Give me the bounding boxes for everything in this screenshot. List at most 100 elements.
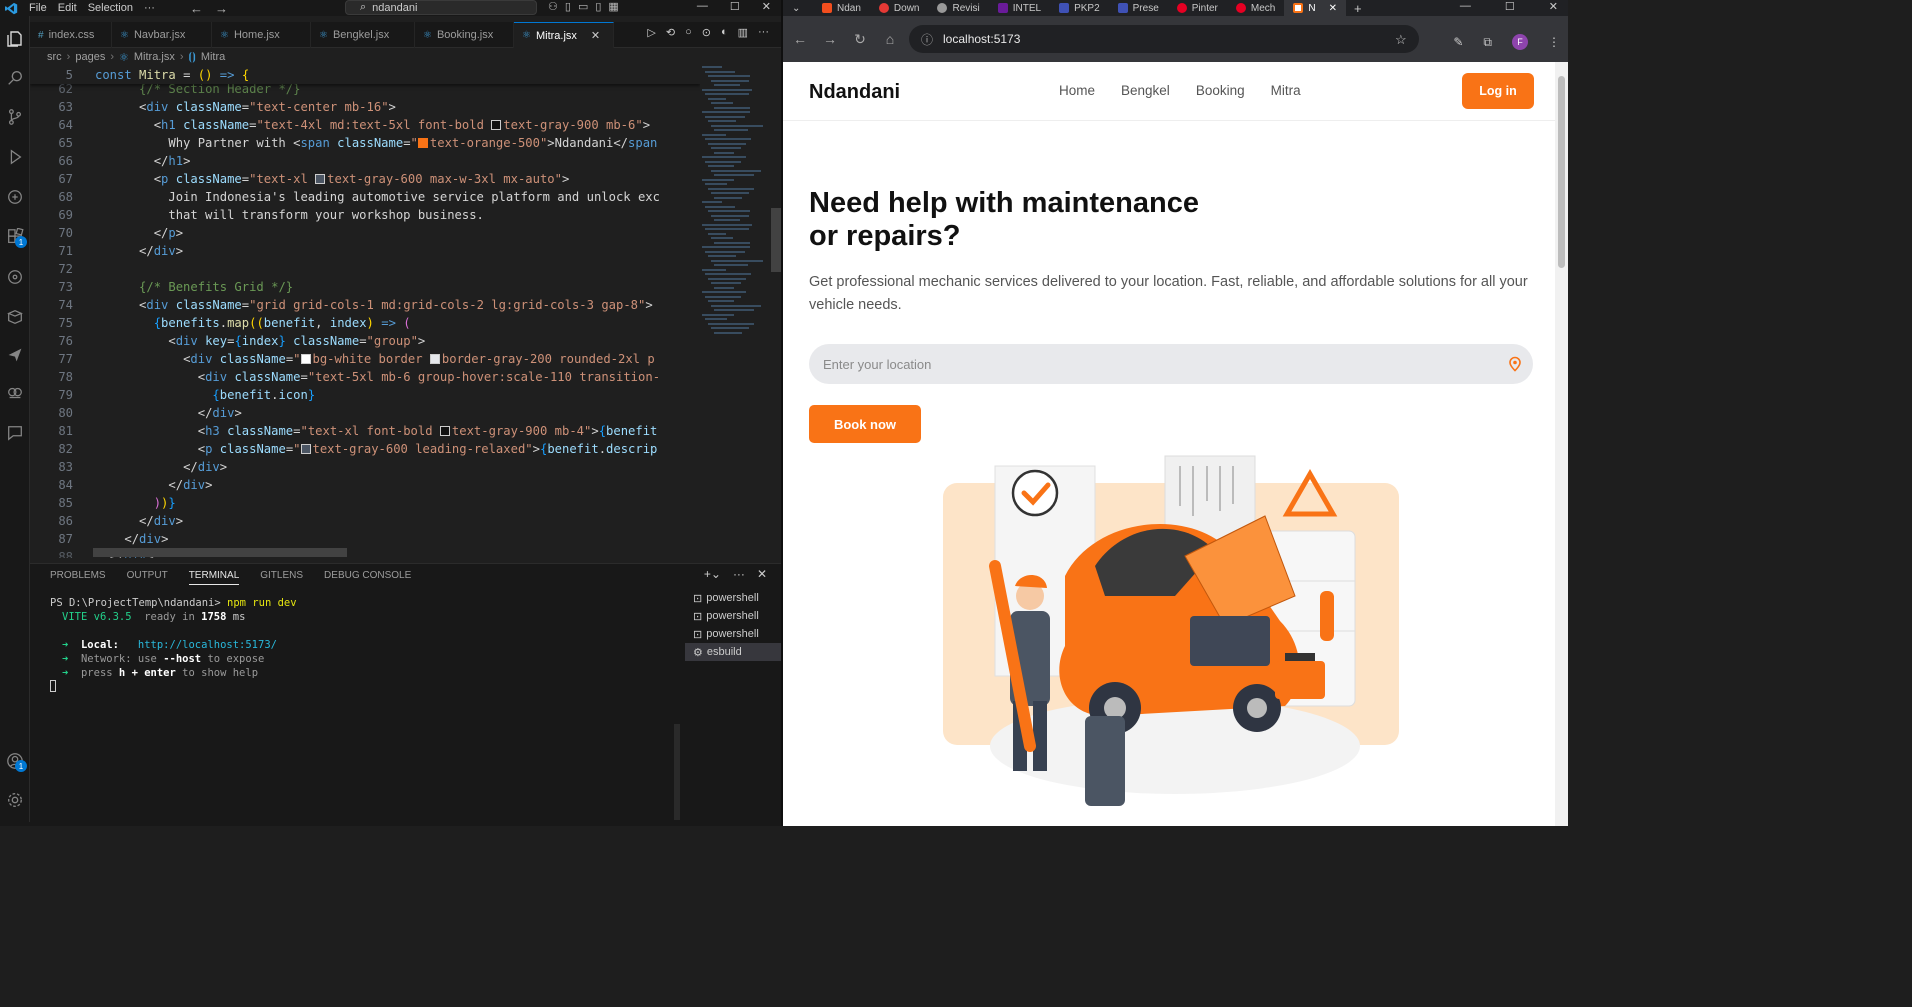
run-file-icon[interactable]: ▷	[647, 26, 655, 39]
copilot-icon[interactable]: ⚇	[548, 0, 558, 13]
tab-search-icon[interactable]: ⌄	[783, 0, 813, 16]
forward-icon[interactable]: →	[815, 31, 845, 47]
panel-more-icon[interactable]: ···	[733, 567, 745, 581]
site-brand-logo[interactable]: Ndandani	[809, 81, 900, 104]
forward-arrow-icon[interactable]: →	[215, 1, 228, 16]
browser-tab[interactable]: Mech	[1227, 0, 1284, 16]
extensions-puzzle-icon[interactable]: ⧉	[1483, 35, 1492, 50]
split-editor-icon[interactable]: ▥	[738, 26, 748, 39]
bookmark-star-icon[interactable]: ☆	[1395, 32, 1407, 48]
send-icon[interactable]	[0, 340, 30, 370]
panel-tab-problems[interactable]: PROBLEMS	[50, 570, 106, 585]
terminal-item-powershell[interactable]: ⊡ powershell	[685, 607, 781, 625]
editor-vertical-scrollbar[interactable]	[771, 208, 781, 272]
minimize-icon[interactable]: —	[1460, 0, 1471, 13]
close-window-icon[interactable]: ✕	[1549, 0, 1558, 13]
tab-navbar-jsx[interactable]: ⚛ Navbar.jsx	[112, 22, 212, 48]
breadcrumb-file[interactable]: Mitra.jsx	[134, 51, 175, 64]
panel-tab-debug-console[interactable]: DEBUG CONSOLE	[324, 570, 411, 585]
minimap[interactable]	[700, 66, 770, 366]
local-url-link[interactable]: http://localhost:5173/	[138, 639, 277, 651]
maximize-icon[interactable]: ☐	[1505, 0, 1515, 13]
page-scrollbar-thumb[interactable]	[1558, 76, 1565, 268]
search-sidebar-icon[interactable]	[0, 63, 30, 93]
eyedropper-icon[interactable]: ✎	[1453, 35, 1463, 49]
chat-sparkle-icon[interactable]	[0, 418, 30, 448]
close-tab-icon[interactable]: ✕	[1329, 3, 1337, 14]
address-bar[interactable]: ⓘ localhost:5173	[909, 25, 1419, 53]
more-actions-icon[interactable]: ···	[758, 26, 769, 39]
nav-link-home[interactable]: Home	[1059, 83, 1095, 98]
profile-avatar[interactable]: F	[1512, 34, 1528, 50]
location-pin-icon[interactable]	[1507, 356, 1523, 372]
git-nav-icon[interactable]: ⊙	[702, 26, 711, 39]
tab-home-jsx[interactable]: ⚛ Home.jsx	[212, 22, 311, 48]
login-button[interactable]: Log in	[1462, 73, 1534, 109]
nav-link-mitra[interactable]: Mitra	[1271, 83, 1301, 98]
run-debug-icon[interactable]	[0, 142, 30, 172]
browser-tab[interactable]: PKP2	[1050, 0, 1109, 16]
back-icon[interactable]: ←	[785, 31, 815, 47]
book-now-button[interactable]: Book now	[809, 405, 921, 443]
copilot-chat-icon[interactable]	[0, 378, 30, 408]
compare-changes-icon[interactable]: ⟲	[666, 26, 675, 39]
browser-tab[interactable]: Down	[870, 0, 929, 16]
site-info-icon[interactable]: ⓘ	[921, 31, 933, 48]
nav-link-bengkel[interactable]: Bengkel	[1121, 83, 1170, 98]
toggle-panel-icon[interactable]: ▭	[578, 0, 588, 13]
back-arrow-icon[interactable]: ←	[190, 1, 203, 16]
remote-explorer-icon[interactable]	[0, 182, 30, 212]
extensions-icon[interactable]: 1	[0, 222, 30, 252]
code-editor[interactable]: 5 const Mitra = () => { 62 {/* Section He…	[30, 66, 700, 558]
panel-tab-gitlens[interactable]: GITLENS	[260, 570, 303, 585]
page-scrollbar[interactable]	[1555, 62, 1568, 826]
maximize-icon[interactable]: ☐	[730, 0, 740, 13]
tab-index-css[interactable]: # index.css	[30, 22, 112, 48]
customize-layout-icon[interactable]: ▦	[608, 0, 618, 13]
chrome-menu-icon[interactable]: ⋮	[1548, 35, 1560, 49]
toggle-sidebar-icon[interactable]: ▯	[565, 0, 571, 13]
settings-gear-icon[interactable]	[0, 785, 30, 815]
tab-bengkel-jsx[interactable]: ⚛ Bengkel.jsx	[311, 22, 415, 48]
browser-tab[interactable]: Ndan	[813, 0, 870, 16]
browser-tab[interactable]: Pinter	[1168, 0, 1227, 16]
panel-close-icon[interactable]: ✕	[757, 567, 767, 581]
menu-more[interactable]: ···	[144, 2, 155, 14]
source-control-icon[interactable]	[0, 102, 30, 132]
browser-tab[interactable]: INTEL	[989, 0, 1050, 16]
browser-tab[interactable]: Prese	[1109, 0, 1168, 16]
git-icon[interactable]: ○	[685, 26, 692, 39]
reload-icon[interactable]: ↻	[845, 31, 875, 48]
breadcrumb-symbol[interactable]: Mitra	[201, 51, 225, 64]
location-input[interactable]	[809, 344, 1533, 384]
new-tab-icon[interactable]: +	[1354, 1, 1362, 16]
breadcrumb-src[interactable]: src	[47, 51, 62, 64]
browser-tab-active[interactable]: N ✕	[1284, 0, 1346, 16]
command-center[interactable]: ⌕ ndandani	[345, 0, 537, 15]
terminal-item-powershell[interactable]: ⊡ powershell	[685, 625, 781, 643]
gitlens-icon[interactable]	[0, 262, 30, 292]
close-window-icon[interactable]: ✕	[762, 0, 771, 13]
terminal-scrollbar[interactable]	[674, 724, 680, 820]
tab-booking-jsx[interactable]: ⚛ Booking.jsx	[415, 22, 514, 48]
nav-link-booking[interactable]: Booking	[1196, 83, 1245, 98]
minimize-icon[interactable]: —	[697, 0, 708, 13]
explorer-icon[interactable]	[0, 24, 30, 54]
editor-horizontal-scrollbar[interactable]	[93, 548, 347, 557]
database-icon[interactable]	[0, 302, 30, 332]
tab-mitra-jsx[interactable]: ⚛ Mitra.jsx ✕	[514, 22, 614, 48]
preview-icon[interactable]: ◐	[721, 26, 728, 39]
accounts-icon[interactable]: 1	[0, 746, 30, 776]
menu-file[interactable]: File	[29, 2, 47, 14]
toggle-secondary-sidebar-icon[interactable]: ▯	[595, 0, 601, 13]
home-icon[interactable]: ⌂	[875, 31, 905, 47]
new-terminal-icon[interactable]: +⌄	[704, 567, 721, 581]
menu-edit[interactable]: Edit	[58, 2, 77, 14]
menu-selection[interactable]: Selection	[88, 2, 133, 14]
browser-tab[interactable]: Revisi	[928, 0, 988, 16]
panel-tab-terminal[interactable]: TERMINAL	[188, 570, 240, 585]
panel-tab-output[interactable]: OUTPUT	[127, 570, 168, 585]
close-tab-icon[interactable]: ✕	[591, 29, 600, 42]
sticky-scroll-line[interactable]: 5 const Mitra = () => {	[30, 66, 700, 84]
terminal-item-powershell[interactable]: ⊡ powershell	[685, 589, 781, 607]
